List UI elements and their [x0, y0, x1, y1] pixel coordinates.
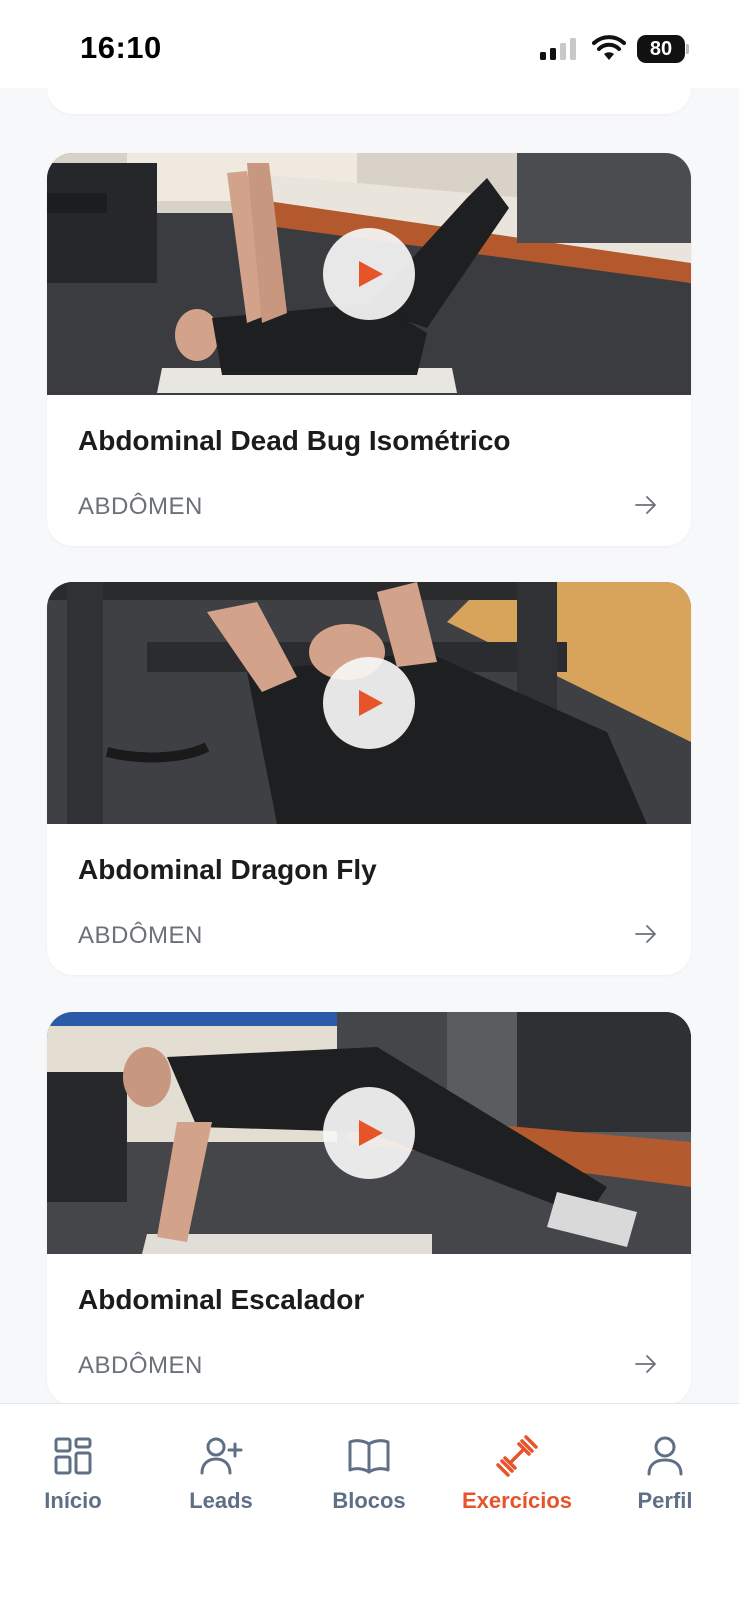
nav-item-perfil[interactable]: Perfil: [600, 1434, 730, 1514]
nav-label: Blocos: [332, 1488, 406, 1513]
nav-label: Leads: [189, 1488, 253, 1513]
bottom-navigation: Início Leads Blocos Exercícios Perfil: [0, 1403, 739, 1600]
wifi-icon: [592, 35, 626, 60]
exercise-card[interactable]: Abdominal Dead Bug Isométrico ABDÔMEN: [47, 153, 691, 546]
nav-item-inicio[interactable]: Início: [8, 1434, 138, 1514]
exercise-list[interactable]: Abdominal Dead Bug Isométrico ABDÔMEN Ab…: [0, 88, 739, 1403]
exercise-video-thumbnail[interactable]: [47, 582, 691, 824]
user-plus-icon: [200, 1437, 243, 1475]
exercise-category: ABDÔMEN: [78, 493, 203, 520]
grid-icon: [54, 1437, 92, 1475]
exercise-title: Abdominal Dragon Fly: [78, 854, 377, 885]
exercise-category: ABDÔMEN: [78, 922, 203, 949]
exercise-category: ABDÔMEN: [78, 1352, 203, 1379]
book-icon: [348, 1439, 390, 1474]
exercise-video-thumbnail[interactable]: [47, 153, 691, 395]
cellular-signal-icon: [540, 38, 576, 60]
exercise-title: Abdominal Escalador: [78, 1284, 365, 1315]
battery-level: 80: [637, 35, 685, 63]
status-time: 16:10: [80, 30, 162, 65]
battery-indicator: 80: [637, 35, 689, 63]
nav-label: Exercícios: [461, 1488, 573, 1513]
arrow-right-icon[interactable]: [635, 1354, 657, 1374]
play-icon: [359, 690, 383, 716]
play-button[interactable]: [323, 228, 415, 320]
nav-label: Perfil: [637, 1488, 693, 1513]
play-icon: [359, 1120, 383, 1146]
status-bar: 16:10 80: [0, 0, 739, 88]
arrow-right-icon[interactable]: [635, 924, 657, 944]
play-button[interactable]: [323, 1087, 415, 1179]
play-button[interactable]: [323, 657, 415, 749]
exercise-card[interactable]: Abdominal Dragon Fly ABDÔMEN: [47, 582, 691, 975]
nav-item-leads[interactable]: Leads: [156, 1434, 286, 1514]
nav-item-exercicios[interactable]: Exercícios: [452, 1434, 582, 1514]
battery-tip: [686, 44, 689, 54]
nav-label: Início: [44, 1488, 102, 1513]
play-icon: [359, 261, 383, 287]
arrow-right-icon[interactable]: [635, 495, 657, 515]
nav-item-blocos[interactable]: Blocos: [304, 1434, 434, 1514]
user-icon: [647, 1436, 683, 1476]
exercise-card-partial[interactable]: [47, 88, 691, 114]
exercise-card[interactable]: Abdominal Escalador ABDÔMEN: [47, 1012, 691, 1403]
exercise-video-thumbnail[interactable]: [47, 1012, 691, 1254]
dumbbell-icon: [496, 1435, 538, 1477]
exercise-title: Abdominal Dead Bug Isométrico: [78, 425, 511, 456]
